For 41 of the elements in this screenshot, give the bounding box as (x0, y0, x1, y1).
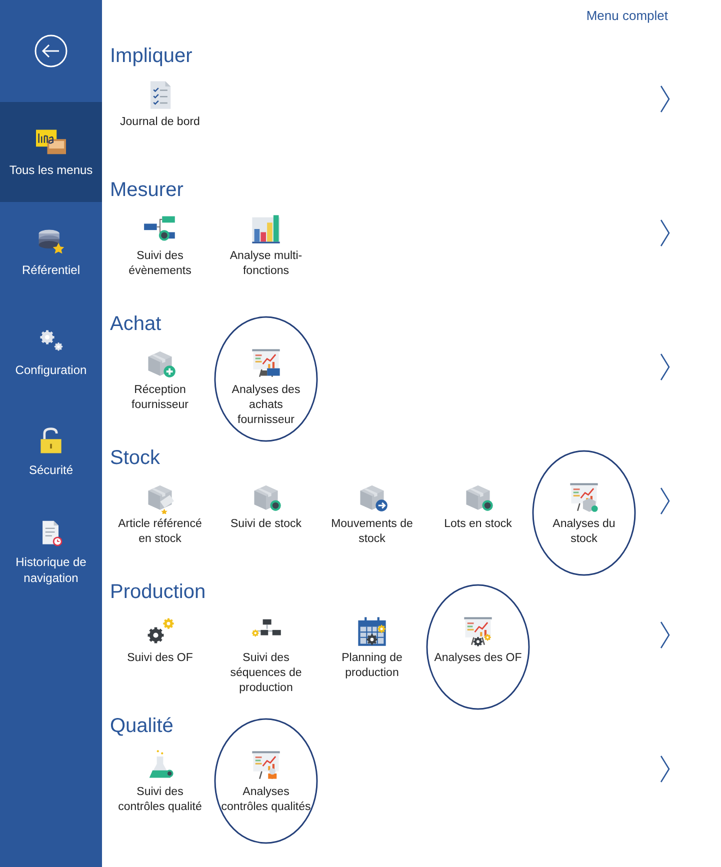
menu-link[interactable]: Menu complet (586, 8, 668, 25)
section-title: Achat (110, 312, 162, 336)
presentation-board-icon (567, 480, 601, 514)
chevron-right-icon[interactable] (659, 487, 671, 515)
menu-tile[interactable]: Analyses des OF (425, 604, 531, 666)
sidebar-item[interactable]: Référentiel (0, 202, 102, 302)
section-title: Production (110, 580, 206, 604)
menu-tile[interactable]: Réception fournisseur (107, 336, 213, 413)
menu-tile[interactable]: Suivi des évènements (107, 202, 213, 279)
menu-tile[interactable]: Journal de bord (107, 68, 213, 130)
presentation-board-icon (249, 748, 283, 782)
chevron-right-icon[interactable] (659, 755, 671, 783)
section-title: Qualité (110, 714, 174, 738)
menu-tile[interactable]: Article référencé en stock (107, 470, 213, 547)
bar-chart-icon (249, 212, 283, 246)
section-title: Mesurer (110, 178, 184, 202)
calendar-icon (355, 614, 389, 648)
chevron-right-icon[interactable] (659, 621, 671, 649)
menu-tile[interactable]: Suivi des séquences de production (213, 604, 319, 696)
chevron-right-icon[interactable] (659, 353, 671, 381)
menu-tile[interactable]: Lots en stock (425, 470, 531, 532)
menu-tile[interactable]: Analyses des achats fournisseur (213, 336, 319, 428)
menu-tile[interactable]: Planning de production (319, 604, 425, 681)
sidebar-item[interactable]: Sécurité (0, 402, 102, 502)
sidebar-item[interactable]: Historique de navigation (0, 502, 102, 602)
sidebar-item[interactable]: Tous les menus (0, 102, 102, 202)
menu-tile[interactable]: Suivi des contrôles qualité (107, 738, 213, 815)
chevron-right-icon[interactable] (659, 85, 671, 113)
sidebar-item[interactable]: Configuration (0, 302, 102, 402)
menu-tile[interactable]: Analyse multi-fonctions (213, 202, 319, 279)
menu-tile[interactable]: Analyses du stock (531, 470, 637, 547)
section-title: Stock (110, 446, 160, 470)
menu-tile[interactable]: Analyses contrôles qualités (213, 738, 319, 815)
presentation-board-icon (461, 614, 495, 648)
menu-tile[interactable]: Suivi de stock (213, 470, 319, 532)
menu-tile[interactable]: Mouvements de stock (319, 470, 425, 547)
presentation-board-icon (249, 346, 283, 380)
back-icon[interactable] (34, 34, 68, 68)
section-title: Impliquer (110, 44, 192, 68)
chevron-right-icon[interactable] (659, 219, 671, 247)
menu-tile[interactable]: Suivi des OF (107, 604, 213, 666)
